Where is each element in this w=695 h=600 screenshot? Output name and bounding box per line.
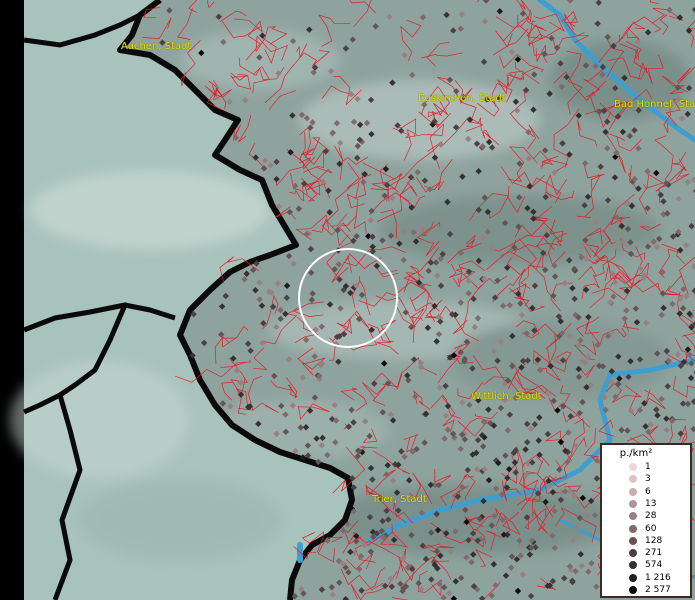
legend-swatch	[629, 549, 637, 558]
legend-swatch	[629, 573, 637, 582]
legend-label: 6	[645, 486, 651, 497]
density-legend: p./km² 1 3 6 13 28 60 128 271 574 1 216 2 577	[600, 443, 692, 598]
legend-swatch	[629, 499, 637, 508]
legend-label: 574	[645, 560, 663, 571]
legend-swatch	[629, 524, 637, 533]
legend-label: 128	[645, 535, 663, 546]
legend-swatch	[629, 487, 637, 496]
selection-circle[interactable]	[298, 248, 398, 348]
place-label-bad-honnef[interactable]: Bad Honnef, Stadt	[614, 99, 695, 110]
legend-swatch	[629, 536, 637, 545]
place-label-euskirchen[interactable]: Euskirchen, Stadt	[418, 93, 506, 104]
legend-label: 1 216	[645, 572, 671, 583]
population-density-map[interactable]: Aachen, Stadt Euskirchen, Stadt Bad Honn…	[0, 0, 695, 600]
legend-swatch	[629, 561, 637, 570]
legend-swatch	[629, 512, 637, 521]
legend-label: 1	[645, 462, 651, 472]
legend-label: 28	[645, 511, 657, 522]
legend-label: 2 577	[645, 585, 671, 595]
place-label-trier[interactable]: Trier, Stadt	[372, 494, 427, 505]
legend-swatch	[629, 463, 637, 471]
legend-label: 3	[645, 474, 651, 485]
legend-swatch	[629, 475, 637, 484]
place-label-aachen[interactable]: Aachen, Stadt	[121, 41, 191, 52]
place-label-wittlich[interactable]: Wittlich, Stadt	[471, 391, 542, 402]
legend-label: 13	[645, 498, 657, 509]
legend-label: 271	[645, 548, 663, 559]
legend-label: 60	[645, 523, 657, 534]
legend-swatch	[629, 586, 637, 594]
legend-title: p./km²	[619, 448, 653, 459]
